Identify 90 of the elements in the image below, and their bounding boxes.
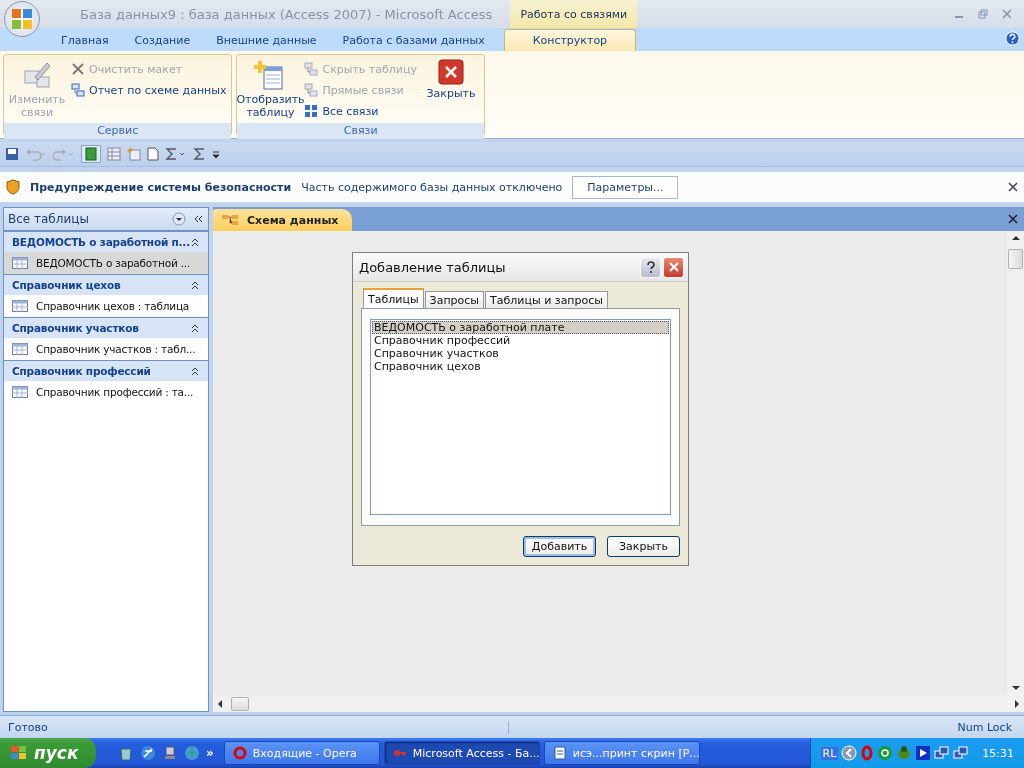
shield-icon [6, 179, 20, 195]
scroll-thumb[interactable] [1008, 249, 1023, 269]
collapse-icon [190, 366, 200, 376]
scroll-left-icon [217, 699, 223, 708]
taskbar-button[interactable]: Входящие - Opera [223, 741, 380, 765]
save-icon[interactable] [5, 147, 19, 161]
close-button[interactable] [663, 256, 684, 278]
windows-logo-icon [10, 745, 28, 761]
ribbon-tab[interactable]: Работа с базами данных [329, 29, 498, 51]
help-button[interactable] [640, 256, 661, 278]
close-icon [437, 59, 464, 85]
network-icon[interactable] [184, 745, 200, 761]
dialog-tab[interactable]: Таблицы и запросы [485, 291, 608, 308]
ribbon-tab[interactable]: Главная [48, 29, 122, 51]
overflow-chevron[interactable]: » [206, 746, 214, 760]
play-icon[interactable] [915, 745, 932, 761]
scroll-up-icon [1011, 235, 1020, 241]
taskbar-button[interactable]: исэ...принт скрин [Р... [543, 741, 700, 765]
group-label: Связи [237, 123, 484, 139]
ribbon-tab[interactable]: Внешние данные [203, 29, 330, 51]
navigation-item[interactable]: ВЕДОМОСТЬ о заработной ... [4, 252, 208, 274]
security-warning-text: Часть содержимого базы данных отключено [301, 180, 563, 194]
contextual-tab-group-label: Работа со связями [510, 0, 638, 28]
dialog-tab[interactable]: Таблицы [363, 288, 424, 308]
o-logo-icon [232, 746, 247, 760]
security-warning-title: Предупреждение системы безопасности [30, 180, 292, 194]
close-icon [667, 261, 680, 273]
window-title: База данных9 : база данных (Access 2007) - Microsoft Access [80, 6, 493, 22]
list-item[interactable]: Справочник профессий [372, 334, 669, 347]
question-mark-icon [645, 261, 656, 273]
collapse-icon [190, 237, 200, 247]
help-icon[interactable] [1005, 31, 1020, 46]
num-lock-indicator: Num Lock [957, 720, 1013, 734]
recycle-bin-icon[interactable] [118, 745, 134, 761]
network-icon[interactable] [934, 745, 951, 761]
dialog-title: Добавление таблицы [359, 259, 506, 275]
start-button[interactable]: пуск [0, 738, 96, 768]
collapse-icon [190, 323, 200, 333]
group-header[interactable]: Справочник профессий [4, 360, 208, 381]
close-icon[interactable] [1008, 182, 1018, 192]
group-label: Сервис [4, 123, 232, 139]
computer-icon[interactable] [162, 745, 178, 761]
ribbon-tab[interactable]: Создание [121, 29, 204, 51]
table-icon [12, 257, 28, 269]
office-button[interactable] [4, 1, 40, 37]
dropdown-icon[interactable] [172, 212, 186, 226]
clock: 15:31 [982, 746, 1014, 760]
close-icon[interactable] [1008, 214, 1018, 224]
options-button[interactable]: Параметры... [572, 175, 679, 199]
close-button[interactable]: Закрыть [420, 57, 481, 121]
status-text: Готово [0, 720, 509, 734]
table-icon [12, 386, 28, 398]
collapse-icon [190, 280, 200, 290]
logo-icon[interactable] [10, 7, 34, 31]
dialog-button[interactable]: Закрыть [607, 536, 680, 557]
sigma-icon[interactable] [165, 147, 187, 161]
language-indicator[interactable]: RL [820, 746, 839, 760]
relationships-icon [221, 214, 239, 226]
table-icon [12, 300, 28, 312]
group-header[interactable]: Справочник участков [4, 317, 208, 338]
o-logo-icon[interactable] [860, 745, 875, 761]
document-tab[interactable]: Схема данных [213, 209, 353, 231]
taskbar-button[interactable]: Microsoft Access - Ба... [383, 741, 540, 765]
dialog-tab[interactable]: Запросы [424, 291, 485, 308]
table-icon[interactable] [107, 147, 121, 161]
scroll-right-icon [1014, 699, 1020, 708]
scroll-down-icon [1011, 685, 1020, 691]
sigma-icon[interactable] [193, 147, 205, 161]
ribbon-tab[interactable]: Конструктор [503, 29, 637, 51]
group-header[interactable]: ВЕДОМОСТЬ о заработной п... [4, 231, 208, 252]
page-icon[interactable] [147, 147, 159, 161]
list-item[interactable]: Справочник участков [372, 347, 669, 360]
list-item[interactable]: ВЕДОМОСТЬ о заработной плате [372, 321, 669, 334]
dialog-button[interactable]: Добавить [523, 536, 596, 557]
network-icon[interactable] [953, 745, 970, 761]
document-icon [552, 746, 567, 760]
scroll-thumb[interactable] [231, 696, 249, 711]
horizontal-scrollbar[interactable] [213, 695, 1024, 712]
cross-icon [71, 62, 85, 76]
add-table-icon[interactable] [127, 147, 141, 161]
navigation-item[interactable]: Справочник участков : табл... [4, 338, 208, 360]
ribbon-button[interactable]: Отчет по схеме данных [69, 80, 229, 100]
restore-icon[interactable] [978, 9, 988, 19]
list-item[interactable]: Справочник цехов [372, 360, 669, 373]
navigation-item[interactable]: Справочник профессий : та... [4, 381, 208, 403]
group-header[interactable]: Справочник цехов [4, 274, 208, 295]
vertical-scrollbar[interactable] [1007, 231, 1024, 695]
collapse-icon[interactable] [192, 213, 204, 225]
navigation-item[interactable]: Справочник цехов : таблица [4, 295, 208, 317]
table-icon [12, 343, 28, 355]
